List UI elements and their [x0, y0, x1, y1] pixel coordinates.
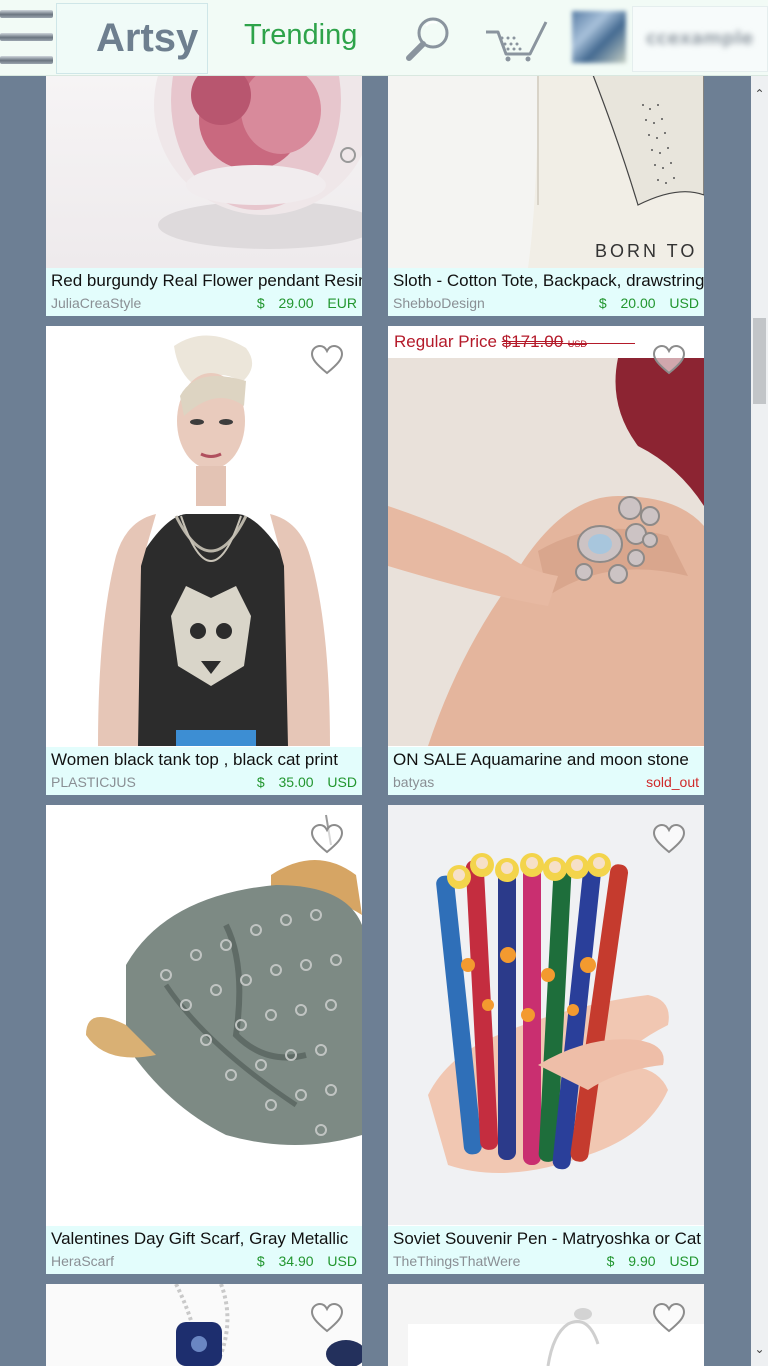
- regular-price-banner: Regular Price $171.00 USD: [394, 332, 587, 352]
- menu-icon[interactable]: [0, 10, 54, 66]
- product-image[interactable]: Regular Price $171.00 USD: [388, 326, 704, 746]
- heart-icon[interactable]: [652, 1303, 686, 1333]
- strike-line: [503, 343, 635, 344]
- scroll-thumb[interactable]: [753, 318, 766, 404]
- product-image[interactable]: [46, 75, 362, 268]
- product-title[interactable]: Red burgundy Real Flower pendant Resin: [51, 271, 362, 291]
- product-seller[interactable]: TheThingsThatWere: [393, 1253, 520, 1269]
- product-card[interactable]: Women black tank top , black cat print P…: [46, 326, 362, 795]
- username[interactable]: ccexample: [646, 28, 753, 49]
- product-image[interactable]: [46, 326, 362, 746]
- product-title[interactable]: Sloth - Cotton Tote, Backpack, drawstrin…: [393, 271, 704, 291]
- product-price: $ 29.00 EUR: [256, 295, 357, 311]
- product-title[interactable]: Women black tank top , black cat print: [51, 750, 362, 770]
- heart-icon[interactable]: [310, 824, 344, 854]
- product-image[interactable]: BORN TO B: [388, 75, 704, 268]
- product-seller[interactable]: HeraScarf: [51, 1253, 114, 1269]
- product-seller[interactable]: PLASTICJUS: [51, 774, 136, 790]
- sold-out-status: sold_out: [646, 774, 699, 790]
- product-caption: Sloth - Cotton Tote, Backpack, drawstrin…: [388, 268, 704, 316]
- regular-price-value: $171.00: [501, 332, 564, 351]
- product-image[interactable]: [46, 805, 362, 1225]
- nav-trending[interactable]: Trending: [244, 19, 357, 52]
- product-caption: Red burgundy Real Flower pendant Resin J…: [46, 268, 362, 316]
- product-price: $ 35.00 USD: [256, 774, 357, 790]
- heart-icon[interactable]: [310, 345, 344, 375]
- user-avatar[interactable]: [572, 11, 626, 63]
- search-icon[interactable]: [404, 14, 454, 64]
- brand-title[interactable]: Artsy: [96, 16, 198, 61]
- product-caption: Women black tank top , black cat print P…: [46, 747, 362, 795]
- vertical-scrollbar[interactable]: ⌃ ⌄: [751, 75, 768, 1366]
- product-price: $ 34.90 USD: [256, 1253, 357, 1269]
- product-seller[interactable]: ShebboDesign: [393, 295, 485, 311]
- product-caption: Soviet Souvenir Pen - Matryoshka or Cat …: [388, 1226, 704, 1274]
- product-card[interactable]: Soviet Souvenir Pen - Matryoshka or Cat …: [388, 805, 704, 1274]
- product-card[interactable]: [388, 1284, 704, 1366]
- heart-icon[interactable]: [652, 345, 686, 375]
- product-title[interactable]: ON SALE Aquamarine and moon stone: [393, 750, 704, 770]
- product-card[interactable]: Red burgundy Real Flower pendant Resin J…: [46, 75, 362, 316]
- product-card[interactable]: [46, 1284, 362, 1366]
- regular-price-currency: USD: [567, 339, 587, 349]
- product-image[interactable]: [388, 805, 704, 1225]
- cart-icon[interactable]: [484, 18, 548, 62]
- scroll-up-icon[interactable]: ⌃: [751, 83, 768, 105]
- heart-icon[interactable]: [652, 824, 686, 854]
- product-card[interactable]: Valentines Day Gift Scarf, Gray Metallic…: [46, 805, 362, 1274]
- product-image[interactable]: [388, 1284, 704, 1366]
- scroll-down-icon[interactable]: ⌄: [751, 1338, 768, 1360]
- image-print-text: BORN TO B: [595, 241, 704, 261]
- product-image[interactable]: [46, 1284, 362, 1366]
- top-app-bar: Artsy Trending ccexample: [0, 0, 768, 76]
- product-caption: ON SALE Aquamarine and moon stone batyas…: [388, 747, 704, 795]
- product-title[interactable]: Soviet Souvenir Pen - Matryoshka or Cat: [393, 1229, 704, 1249]
- product-card[interactable]: BORN TO B Sloth - Cotton Tote, Backpack,…: [388, 75, 704, 316]
- heart-icon[interactable]: [310, 1303, 344, 1333]
- product-title[interactable]: Valentines Day Gift Scarf, Gray Metallic: [51, 1229, 362, 1249]
- product-price: $ 20.00 USD: [598, 295, 699, 311]
- product-price: $ 9.90 USD: [606, 1253, 699, 1269]
- product-seller[interactable]: batyas: [393, 774, 434, 790]
- product-seller[interactable]: JuliaCreaStyle: [51, 295, 141, 311]
- product-card[interactable]: Regular Price $171.00 USD ON SALE Aquama…: [388, 326, 704, 795]
- regular-price-label: Regular Price: [394, 332, 497, 351]
- product-caption: Valentines Day Gift Scarf, Gray Metallic…: [46, 1226, 362, 1274]
